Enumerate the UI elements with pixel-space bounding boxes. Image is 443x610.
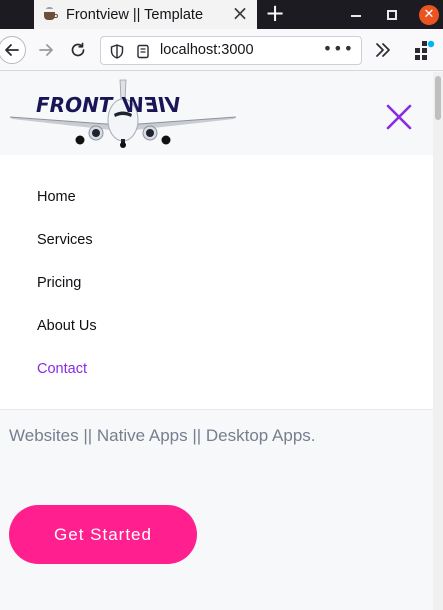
arrow-right-icon xyxy=(39,44,53,56)
close-menu-icon[interactable] xyxy=(383,101,415,133)
window-minimize-button[interactable] xyxy=(341,0,371,29)
nav-item-home[interactable]: Home xyxy=(37,189,76,205)
back-button[interactable] xyxy=(0,36,26,64)
site-header: FRONT VIEW xyxy=(0,72,433,155)
window-close-button[interactable]: ✕ xyxy=(414,0,443,29)
nav-item-services[interactable]: Services xyxy=(37,232,93,248)
minimize-icon xyxy=(351,14,361,17)
logo-text-front: FRONT xyxy=(36,93,114,117)
extensions-puzzle-icon[interactable] xyxy=(413,39,435,61)
tracking-shield-icon[interactable] xyxy=(110,44,124,59)
nav-item-contact[interactable]: Contact xyxy=(37,361,87,377)
chevron-double-right-icon[interactable] xyxy=(372,39,394,61)
logo-text-view: VIEW xyxy=(121,93,181,117)
url-text[interactable]: localhost:3000 xyxy=(160,42,254,58)
browser-navigation-bar: localhost:3000 ••• xyxy=(0,29,443,71)
window-maximize-button[interactable] xyxy=(377,0,407,29)
address-bar[interactable]: localhost:3000 ••• xyxy=(100,36,362,65)
arrow-left-icon xyxy=(5,44,19,56)
page-info-icon[interactable] xyxy=(136,44,150,59)
close-window-icon: ✕ xyxy=(419,4,439,25)
page-actions-menu-icon[interactable]: ••• xyxy=(323,39,354,58)
new-tab-button[interactable]: + xyxy=(263,1,287,27)
forward-button[interactable] xyxy=(32,36,60,64)
reload-icon xyxy=(71,42,85,57)
scrollbar-thumb[interactable] xyxy=(435,76,441,120)
nav-item-pricing[interactable]: Pricing xyxy=(37,275,81,291)
browser-tab-strip: Frontview || Template × + ✕ xyxy=(0,0,443,29)
browser-tab[interactable]: Frontview || Template × xyxy=(34,0,257,29)
page-scrollbar[interactable] xyxy=(433,72,443,610)
tab-close-icon[interactable]: × xyxy=(231,3,249,23)
hero-subtitle: Websites || Native Apps || Desktop Apps. xyxy=(9,426,316,445)
get-started-button[interactable]: Get Started xyxy=(9,505,197,564)
tab-title: Frontview || Template xyxy=(66,6,204,23)
page-viewport: FRONT VIEW Home Services Pricing About U… xyxy=(0,72,443,610)
frontview-airplane-logo[interactable]: FRONT VIEW xyxy=(8,78,238,150)
coffee-cup-favicon-icon xyxy=(43,6,59,23)
reload-button[interactable] xyxy=(64,36,92,64)
nav-item-about-us[interactable]: About Us xyxy=(37,318,97,334)
mobile-navigation-menu: Home Services Pricing About Us Contact xyxy=(0,155,433,410)
maximize-icon xyxy=(387,9,397,20)
